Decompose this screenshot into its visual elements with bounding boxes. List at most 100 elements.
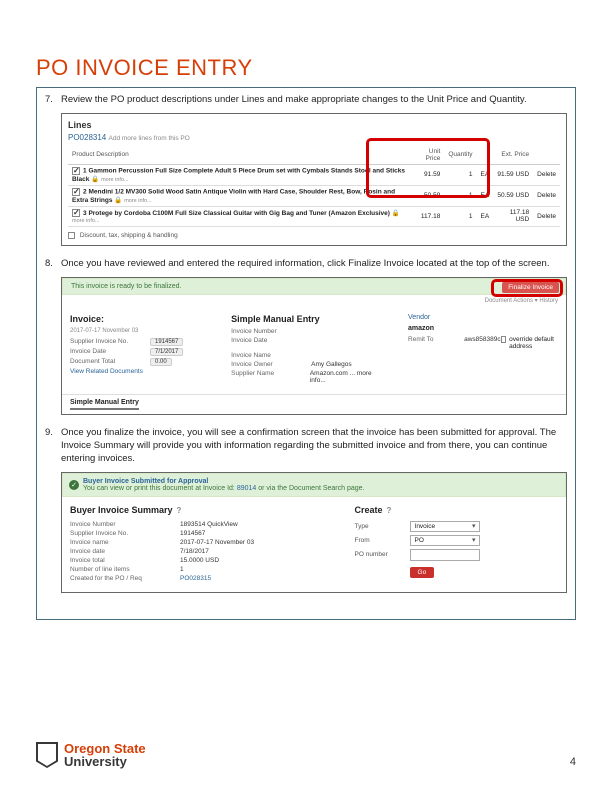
value: 1893514 QuickView	[180, 521, 238, 528]
value: 15.0000 USD	[180, 557, 219, 564]
osu-logo: Oregon State University	[36, 742, 146, 768]
delete-link[interactable]: Delete	[533, 206, 560, 226]
checkbox-icon[interactable]	[501, 336, 507, 343]
ready-bar: This invoice is ready to be finalized. F…	[62, 278, 566, 295]
value: 1	[180, 566, 184, 573]
po-hint: Add more lines from this PO	[109, 135, 190, 142]
row-num: 1	[83, 168, 87, 175]
step-9: 9. Once you finalize the invoice, you wi…	[45, 427, 567, 465]
value: aws858389c	[464, 336, 501, 350]
label: Invoice Date	[231, 337, 311, 344]
approval-sub2: or via the Document Search page.	[258, 485, 364, 492]
approval-sub: You can view or print this document at I…	[83, 485, 235, 492]
row-desc: Mendini 1/2 MV300 Solid Wood Satin Antiq…	[72, 189, 395, 204]
more-link[interactable]: more info...	[72, 218, 100, 224]
label: Invoice Number	[231, 328, 311, 335]
content-frame: 7. Review the PO product descriptions un…	[36, 87, 576, 620]
col-ext: Ext. Price	[493, 146, 533, 165]
more-link[interactable]: more info...	[124, 198, 152, 204]
help-icon[interactable]: ?	[177, 506, 182, 515]
label: Invoice total	[70, 557, 180, 564]
screenshot-finalize: This invoice is ready to be finalized. F…	[61, 277, 567, 415]
screenshot-summary: ✓ Buyer Invoice Submitted for Approval Y…	[61, 472, 567, 593]
label: Supplier Name	[231, 370, 310, 384]
ext-price: 91.59 USD	[493, 164, 533, 185]
override-label: override default address	[509, 336, 558, 350]
document-actions[interactable]: Document Actions ▾ History	[62, 295, 566, 306]
step-text: Once you have reviewed and entered the r…	[61, 258, 567, 271]
value: 1914567	[180, 530, 205, 537]
label: Supplier Invoice No.	[70, 530, 180, 537]
label: Invoice name	[70, 539, 180, 546]
page-title: PO INVOICE ENTRY	[36, 55, 576, 81]
po-link[interactable]: PO028315	[180, 575, 211, 582]
col-desc: Product Description	[68, 146, 410, 165]
shield-icon	[36, 742, 58, 768]
step-number: 7.	[45, 94, 61, 107]
invoice-header: Invoice:	[70, 314, 211, 324]
discount-row: Discount, tax, shipping & handling	[68, 232, 560, 239]
ext-price: 117.18 USD	[493, 206, 533, 226]
step-number: 8.	[45, 258, 61, 271]
screenshot-lines: Lines PO028314 Add more lines from this …	[61, 113, 567, 247]
label: Type	[355, 523, 410, 530]
logo-line2: University	[64, 755, 146, 768]
row-desc: Protege by Cordoba C100M Full Size Class…	[88, 210, 389, 217]
check-icon[interactable]	[72, 167, 80, 175]
vendor-name: amazon	[408, 325, 558, 332]
step-number: 9.	[45, 427, 61, 465]
label: Invoice Name	[231, 352, 311, 359]
delete-link[interactable]: Delete	[533, 164, 560, 185]
check-icon[interactable]	[72, 209, 80, 217]
label: Number of line items	[70, 566, 180, 573]
highlight-rect	[491, 279, 563, 297]
type-select[interactable]: Invoice	[410, 521, 480, 532]
label: Invoice Date	[70, 348, 150, 356]
create-title: Create?	[355, 505, 558, 515]
value: 1914567	[150, 338, 183, 346]
value: 7/18/2017	[180, 548, 209, 555]
ready-text: This invoice is ready to be finalized.	[71, 283, 182, 290]
row-num: 2	[83, 189, 87, 196]
discount-label: Discount, tax, shipping & handling	[80, 232, 178, 239]
label: Created for the PO / Req	[70, 575, 180, 582]
tab-row: Simple Manual Entry	[62, 394, 566, 414]
lines-header: Lines	[68, 120, 560, 130]
footer: Oregon State University 4	[36, 742, 576, 768]
delete-link[interactable]: Delete	[533, 185, 560, 206]
help-icon[interactable]: ?	[387, 506, 392, 515]
value: 0.00	[150, 358, 172, 366]
invoice-id-link[interactable]: 89014	[237, 485, 256, 492]
check-circle-icon: ✓	[69, 480, 79, 490]
sme-header: Simple Manual Entry	[231, 314, 388, 324]
step-8: 8. Once you have reviewed and entered th…	[45, 258, 567, 271]
label: Invoice Owner	[231, 361, 311, 368]
page-number: 4	[570, 756, 576, 768]
from-select[interactable]: PO	[410, 535, 480, 546]
label: Remit To	[408, 336, 464, 350]
tab-sme[interactable]: Simple Manual Entry	[70, 399, 139, 410]
unit-price[interactable]: 117.18	[410, 206, 445, 226]
go-button[interactable]: Go	[410, 567, 435, 578]
view-related-link[interactable]: View Related Documents	[70, 368, 150, 375]
step-text: Review the PO product descriptions under…	[61, 94, 567, 107]
label: Invoice Number	[70, 521, 180, 528]
po-num-text: PO028314	[68, 133, 106, 142]
step-text: Once you finalize the invoice, you will …	[61, 427, 567, 465]
po-number-input[interactable]	[410, 549, 480, 561]
value: 2017-07-17 November 03	[180, 539, 254, 546]
vendor-section: Vendor	[408, 314, 558, 321]
more-link[interactable]: more info...	[101, 177, 129, 183]
table-row: 3 Protege by Cordoba C100M Full Size Cla…	[68, 206, 560, 226]
checkbox-icon[interactable]	[68, 232, 75, 239]
value: 7/1/2017	[150, 348, 183, 356]
approval-title: Buyer Invoice Submitted for Approval	[83, 478, 208, 485]
label: Document Total	[70, 358, 150, 366]
step-7: 7. Review the PO product descriptions un…	[45, 94, 567, 107]
highlight-rect	[366, 138, 490, 198]
label: Supplier Invoice No.	[70, 338, 150, 346]
uom: EA	[477, 206, 494, 226]
check-icon[interactable]	[72, 188, 80, 196]
qty[interactable]: 1	[444, 206, 476, 226]
summary-title: Buyer Invoice Summary?	[70, 505, 335, 515]
